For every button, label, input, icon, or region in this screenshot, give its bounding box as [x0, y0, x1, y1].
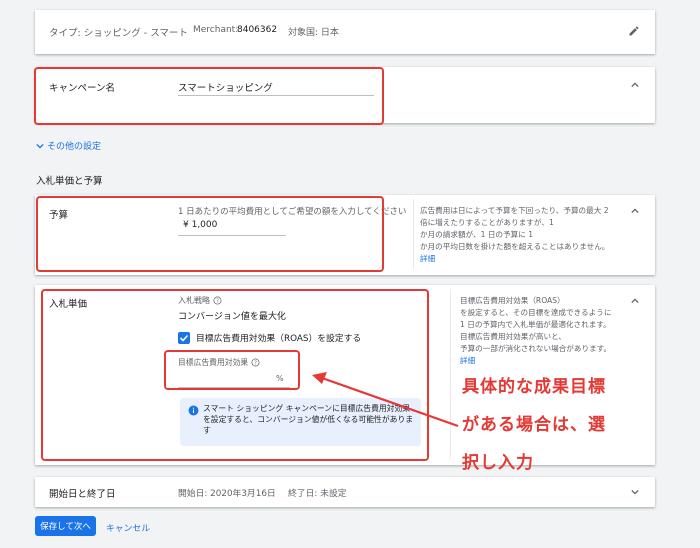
dates-label: 開始日と終了日 [49, 489, 116, 500]
save-next-button[interactable]: 保存して次へ [35, 516, 96, 536]
chevron-down-icon[interactable] [631, 488, 639, 496]
end-date: 終了日: 未設定 [288, 489, 347, 499]
annotation-line-3: 択し入力 [462, 453, 534, 473]
dates-card: 開始日と終了日 開始日: 2020年3月16日 終了日: 未設定 [35, 477, 655, 507]
annotation-line-1: 具体的な成果目標 [462, 377, 606, 397]
annotation-arrow [312, 372, 459, 428]
start-date: 開始日: 2020年3月16日 [178, 489, 276, 499]
cancel-button[interactable]: キャンセル [106, 521, 150, 534]
annotation-line-2: がある場合は、選 [462, 415, 606, 435]
